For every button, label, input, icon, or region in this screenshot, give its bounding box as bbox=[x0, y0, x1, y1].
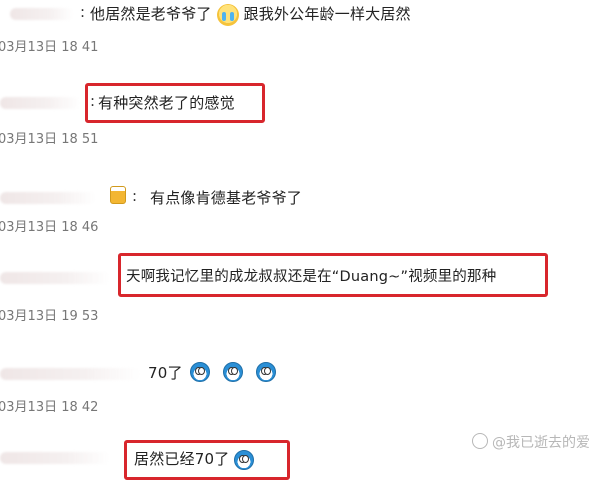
comment-text-main: 居然已经70了 bbox=[134, 450, 230, 468]
comment-text-part-2: 跟我外公年龄一样大居然 bbox=[243, 5, 411, 23]
comment-timestamp: 03月13日 19 53 bbox=[0, 309, 99, 324]
crying-face-icon bbox=[216, 3, 239, 26]
separator: : bbox=[80, 3, 86, 21]
comment-timestamp: 03月13日 18 51 bbox=[0, 132, 99, 147]
username-blurred[interactable] bbox=[0, 97, 80, 109]
username-blurred[interactable] bbox=[0, 272, 110, 284]
watermark-text: @我已逝去的爱 bbox=[492, 435, 590, 451]
comment-text: 他居然是老爷爷了 跟我外公年龄一样大居然 bbox=[90, 3, 411, 26]
username-blurred[interactable] bbox=[0, 368, 140, 380]
comment-text: 有点像肯德基老爷爷了 bbox=[150, 189, 303, 207]
username-blurred[interactable] bbox=[0, 192, 96, 204]
comment-text-part-1: 他居然是老爷爷了 bbox=[90, 5, 212, 23]
comment-timestamp: 03月13日 18 41 bbox=[0, 40, 99, 55]
comment-text: 天啊我记忆里的成龙叔叔还是在“Duang~”视频里的那种 bbox=[126, 269, 497, 285]
username-blurred[interactable] bbox=[10, 8, 74, 20]
beer-mug-icon bbox=[110, 186, 126, 204]
username-blurred[interactable] bbox=[0, 452, 110, 464]
comment-text: 70了 bbox=[148, 364, 183, 382]
comment-timestamp: 03月13日 18 42 bbox=[0, 400, 99, 415]
watermark-logo-icon bbox=[472, 433, 488, 449]
doraemon-face-icon bbox=[256, 361, 277, 382]
separator: : bbox=[132, 187, 138, 205]
separator: : bbox=[90, 92, 96, 110]
watermark: @我已逝去的爱 bbox=[472, 432, 590, 452]
emoji-row bbox=[190, 361, 277, 382]
comment-text: 居然已经70了 bbox=[134, 448, 255, 470]
comment-text: 有种突然老了的感觉 bbox=[98, 94, 235, 112]
doraemon-face-icon bbox=[190, 361, 210, 382]
doraemon-face-icon bbox=[234, 449, 255, 470]
doraemon-face-icon bbox=[223, 361, 244, 382]
comment-timestamp: 03月13日 18 46 bbox=[0, 220, 99, 235]
